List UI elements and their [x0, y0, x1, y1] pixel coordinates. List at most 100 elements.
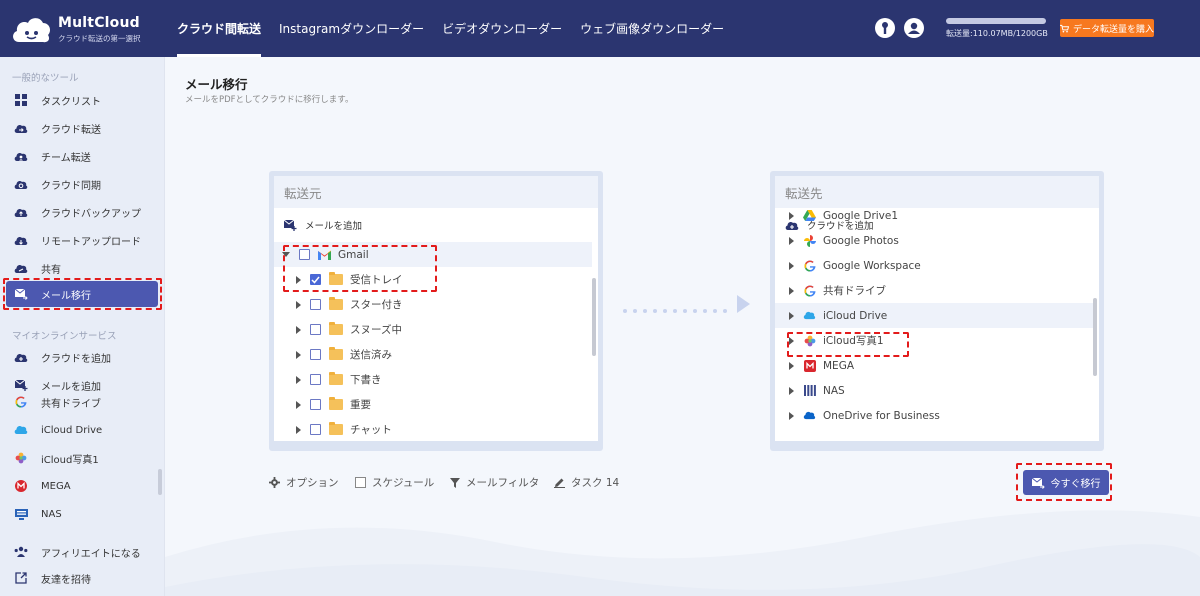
schedule-button[interactable]: スケジュール — [355, 475, 434, 490]
page-title: メール移行 — [185, 77, 248, 92]
sidebar-item-icloud-drive[interactable]: iCloud Drive — [6, 417, 158, 443]
help-icon[interactable] — [875, 18, 895, 38]
schedule-checkbox[interactable] — [355, 477, 366, 488]
checkbox-starred[interactable] — [310, 299, 321, 310]
sidebar-item-cloud-transfer[interactable]: クラウド転送 — [6, 115, 158, 141]
gmail-label: Gmail — [338, 248, 369, 261]
folder-label: 受信トレイ — [350, 274, 403, 286]
target-scrollbar[interactable] — [1093, 298, 1097, 376]
cloud-transfer-icon — [14, 121, 28, 135]
buy-traffic-button[interactable]: データ転送量を購入 — [1060, 19, 1154, 37]
tree-row-cloud[interactable]: Google Photos — [775, 228, 1093, 253]
sidebar-item-icloud-photos[interactable]: iCloud写真1 — [6, 445, 158, 471]
checkbox-sent[interactable] — [310, 349, 321, 360]
chevron-right-icon[interactable] — [789, 411, 794, 420]
tree-row-cloud[interactable]: Google Drive1 — [775, 208, 1093, 228]
checkbox-inbox[interactable] — [310, 274, 321, 285]
user-avatar-icon[interactable] — [904, 18, 924, 38]
folder-label: 送信済み — [350, 349, 392, 361]
task-name-button[interactable]: タスク 14 — [554, 475, 619, 490]
tree-row-folder[interactable]: スヌーズ中 — [274, 317, 592, 342]
chevron-right-icon[interactable] — [296, 275, 301, 284]
tree-row-cloud[interactable]: Google Workspace — [775, 253, 1093, 278]
nav-video-downloader[interactable]: ビデオダウンローダー — [433, 0, 571, 57]
nav-cloud-transfer[interactable]: クラウド間転送 — [168, 0, 270, 57]
page-subtitle: メールをPDFとしてクラウドに移行します。 — [185, 95, 354, 105]
chevron-right-icon[interactable] — [789, 211, 794, 220]
tree-row-cloud[interactable]: 共有ドライブ — [775, 278, 1093, 303]
sidebar-item-email-migration[interactable]: メール移行 — [6, 281, 158, 307]
sidebar-item-team-transfer[interactable]: チーム転送 — [6, 143, 158, 169]
tree-row-cloud[interactable]: NAS — [775, 378, 1093, 403]
checkbox-snoozed[interactable] — [310, 324, 321, 335]
tree-row-folder[interactable]: スター付き — [274, 292, 592, 317]
chevron-right-icon[interactable] — [789, 311, 794, 320]
sidebar-item-share[interactable]: 共有 — [6, 255, 158, 281]
chevron-right-icon[interactable] — [296, 425, 301, 434]
sidebar-item-cloud-sync[interactable]: クラウド同期 — [6, 171, 158, 197]
tree-row-folder[interactable]: チャット — [274, 417, 592, 441]
chevron-right-icon[interactable] — [296, 350, 301, 359]
chevron-right-icon[interactable] — [296, 375, 301, 384]
sidebar-item-task-list[interactable]: タスクリスト — [6, 87, 158, 113]
checkbox-drafts[interactable] — [310, 374, 321, 385]
sidebar-item-mega[interactable]: MEGA — [6, 473, 158, 499]
logo[interactable]: MultCloud クラウド転送の第一選択 — [10, 10, 160, 48]
chevron-right-icon[interactable] — [296, 400, 301, 409]
sidebar-item-label: クラウドバックアップ — [41, 208, 141, 220]
folder-icon — [329, 322, 343, 335]
chevron-right-icon[interactable] — [789, 261, 794, 270]
tree-row-folder[interactable]: 受信トレイ — [274, 267, 592, 292]
target-header: 転送先 — [775, 176, 1099, 208]
checkbox-gmail[interactable] — [299, 249, 310, 260]
tree-row-gmail[interactable]: Gmail — [274, 242, 592, 267]
tree-row-cloud[interactable]: iCloud写真1 — [775, 328, 1093, 353]
chevron-right-icon[interactable] — [296, 325, 301, 334]
tree-row-cloud[interactable]: OneDrive for Business — [775, 403, 1093, 428]
tree-row-icloud-drive[interactable]: iCloud Drive — [775, 303, 1093, 328]
tree-row-folder[interactable]: 送信済み — [274, 342, 592, 367]
nav-web-image-downloader[interactable]: ウェブ画像ダウンローダー — [571, 0, 733, 57]
sidebar-item-label: 友達を招待 — [41, 574, 91, 586]
sidebar-item-label: チーム転送 — [41, 152, 91, 164]
sidebar-item-nas[interactable]: NAS — [6, 501, 158, 527]
folder-icon — [329, 297, 343, 310]
sidebar-item-remote-upload[interactable]: リモートアップロード — [6, 227, 158, 253]
folder-label: 下書き — [350, 374, 382, 386]
chevron-right-icon[interactable] — [789, 336, 794, 345]
migrate-now-button[interactable]: 今すぐ移行 — [1023, 470, 1109, 495]
nas-icon — [14, 507, 28, 521]
chevron-down-icon[interactable] — [282, 252, 290, 257]
sidebar-item-add-cloud[interactable]: クラウドを追加 — [6, 344, 158, 370]
sidebar-item-label: アフィリエイトになる — [41, 548, 141, 560]
checkbox-important[interactable] — [310, 399, 321, 410]
tree-row-folder[interactable]: 重要 — [274, 392, 592, 417]
chevron-right-icon[interactable] — [789, 236, 794, 245]
source-scrollbar[interactable] — [592, 278, 596, 356]
sidebar-item-invite[interactable]: 友達を招待 — [6, 565, 158, 591]
add-email-icon — [284, 219, 297, 231]
sidebar-item-label: iCloud写真1 — [41, 454, 99, 466]
sidebar-item-cloud-backup[interactable]: クラウドバックアップ — [6, 199, 158, 225]
tree-row-cloud[interactable]: MEGA — [775, 353, 1093, 378]
email-filter-button[interactable]: メールフィルタ — [450, 475, 539, 490]
add-email-button[interactable]: メールを追加 — [284, 218, 362, 232]
invite-icon — [14, 571, 28, 585]
sidebar-item-shared-drive[interactable]: 共有ドライブ — [6, 389, 158, 415]
icloud-photos-icon — [803, 334, 816, 347]
chevron-right-icon[interactable] — [789, 286, 794, 295]
sidebar-item-label: MEGA — [41, 480, 71, 492]
tree-row-folder[interactable]: 下書き — [274, 367, 592, 392]
sidebar-section-tools: 一般的なツール — [12, 73, 79, 84]
sidebar-item-affiliate[interactable]: アフィリエイトになる — [6, 539, 158, 565]
quota-text: 転送量:110.07MB/1200GB — [946, 29, 1048, 38]
chevron-right-icon[interactable] — [296, 300, 301, 309]
chevron-right-icon[interactable] — [789, 361, 794, 370]
checkbox-chat[interactable] — [310, 424, 321, 435]
migrate-now-label: 今すぐ移行 — [1050, 479, 1101, 490]
options-button[interactable]: オプション — [269, 475, 339, 490]
sidebar-scrollbar[interactable] — [158, 469, 162, 495]
nav-instagram-downloader[interactable]: Instagramダウンローダー — [270, 0, 433, 57]
google-photos-icon — [803, 234, 816, 247]
chevron-right-icon[interactable] — [789, 386, 794, 395]
